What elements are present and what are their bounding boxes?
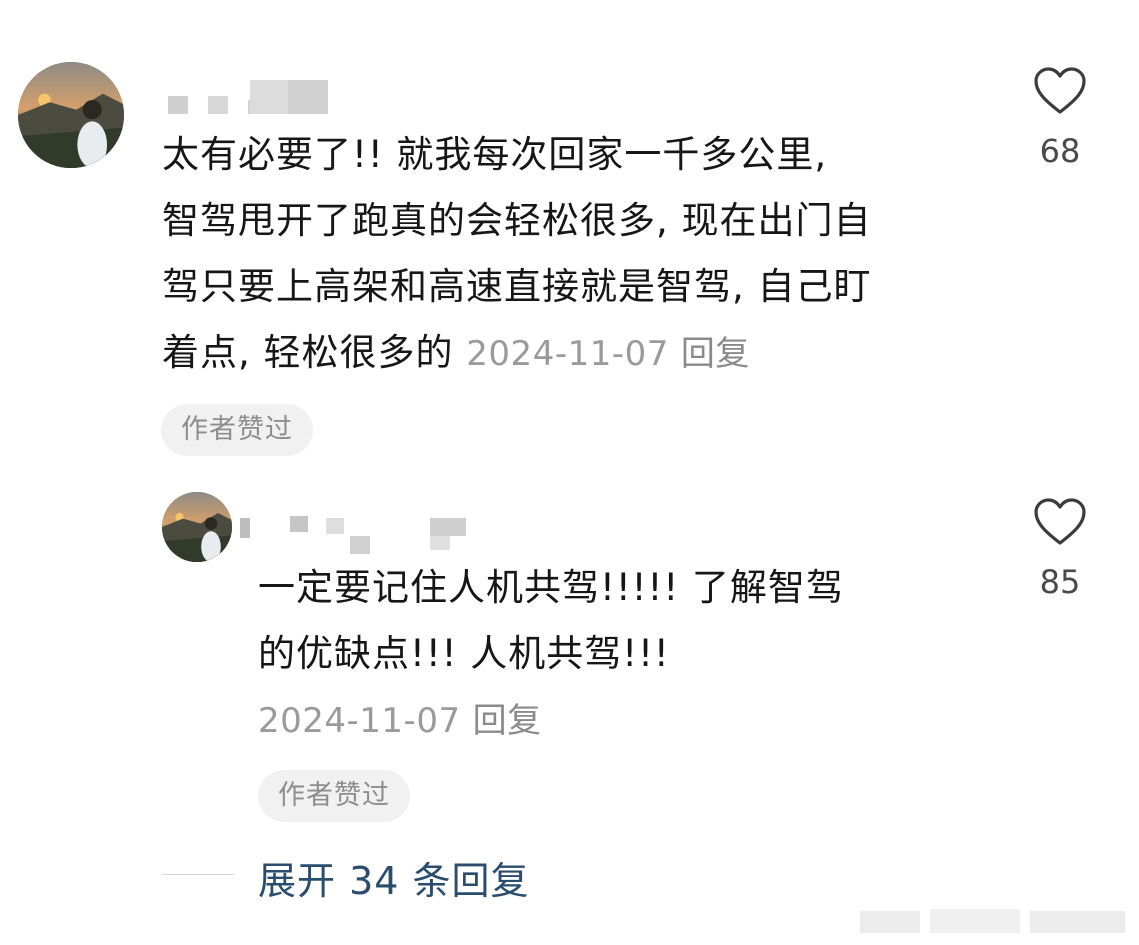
avatar-image [18,62,124,168]
reply-like-group[interactable]: 85 [1015,497,1105,601]
comment-line: 智驾甩开了跑真的会轻松很多, 现在出门自 [162,199,872,242]
commenter-avatar[interactable] [18,62,124,168]
comment-line-last: 着点, 轻松很多的 2024-11-07 回复 [162,320,982,387]
heart-outline-icon[interactable] [1033,497,1087,547]
comment-meta: 2024-11-07 回复 [466,334,750,374]
reply-meta: 2024-11-07 回复 [258,687,978,754]
reply-line: 一定要记住人机共驾!!!!! 了解智驾 [258,566,844,609]
expand-replies-button[interactable]: 展开 34 条回复 [258,850,530,905]
avatar-image [162,492,232,562]
expand-divider [162,874,234,875]
commenter-name-masked[interactable] [168,80,338,120]
reply-button[interactable]: 回复 [681,334,750,374]
reply-line: 的优缺点!!! 人机共驾!!! [258,632,670,675]
watermark-masked [860,905,1130,937]
reply-button[interactable]: 回复 [473,701,542,741]
comment-body: 太有必要了!! 就我每次回家一千多公里, 智驾甩开了跑真的会轻松很多, 现在出门… [162,122,982,387]
reply-date: 2024-11-07 [258,701,461,741]
comment-like-group[interactable]: 68 [1015,66,1105,170]
replier-name-masked[interactable] [240,514,472,556]
author-liked-badge: 作者赞过 [258,770,410,822]
reply-body: 一定要记住人机共驾!!!!! 了解智驾 的优缺点!!! 人机共驾!!! 2024… [258,555,978,754]
comment-line: 着点, 轻松很多的 [162,331,454,374]
comment-line: 驾只要上高架和高速直接就是智驾, 自己盯 [162,265,872,308]
author-liked-badge: 作者赞过 [161,404,313,456]
comment-date: 2024-11-07 [466,334,669,374]
replier-avatar[interactable] [162,492,232,562]
comment-line: 太有必要了!! 就我每次回家一千多公里, [162,133,828,176]
like-count: 68 [1039,132,1081,170]
heart-outline-icon[interactable] [1033,66,1087,116]
like-count: 85 [1039,563,1081,601]
